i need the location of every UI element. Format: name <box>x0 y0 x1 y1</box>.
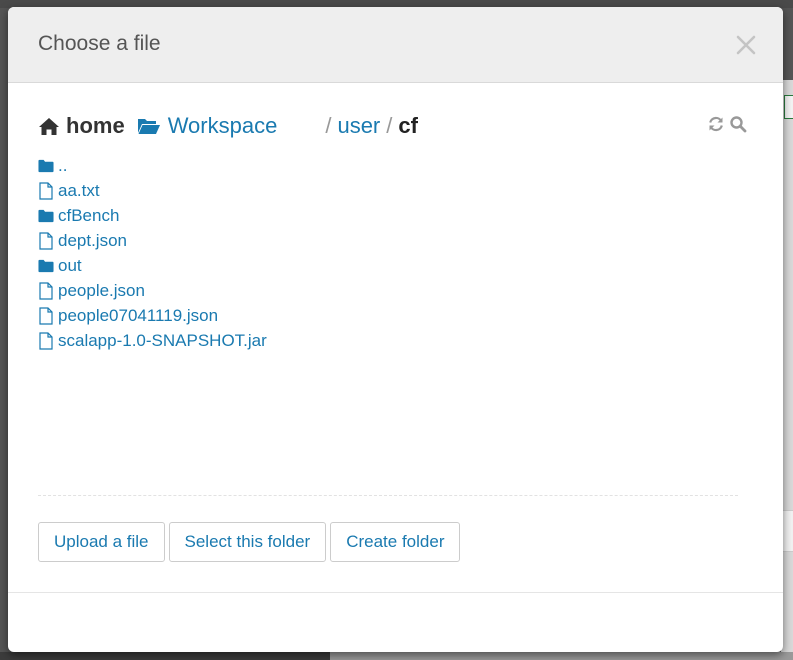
file-name: people.json <box>58 280 145 300</box>
breadcrumb-separator: / <box>386 113 393 138</box>
file-name: out <box>58 255 82 275</box>
breadcrumb-separator: / <box>325 113 332 138</box>
upload-file-button[interactable]: Upload a file <box>38 522 165 562</box>
breadcrumb-home-label: home <box>66 113 125 138</box>
folder-icon <box>38 209 54 223</box>
folder-open-icon <box>137 119 160 134</box>
file-chooser-dialog: Choose a file home Workspace / user / cf <box>8 7 783 652</box>
toolbar <box>707 115 747 133</box>
list-item-folder[interactable]: .. <box>38 153 267 178</box>
list-item-folder[interactable]: out <box>38 253 267 278</box>
home-icon <box>39 117 59 135</box>
file-icon <box>38 331 54 350</box>
file-name: dept.json <box>58 230 127 250</box>
close-icon[interactable] <box>735 34 757 56</box>
folder-icon <box>38 159 54 173</box>
select-folder-button[interactable]: Select this folder <box>168 522 327 562</box>
list-item-file[interactable]: people.json <box>38 278 267 303</box>
file-icon <box>38 231 54 250</box>
list-item-file[interactable]: people07041119.json <box>38 303 267 328</box>
file-name: cfBench <box>58 205 120 225</box>
file-icon <box>38 281 54 300</box>
breadcrumb-item-cf: cf <box>398 113 418 138</box>
create-folder-button[interactable]: Create folder <box>330 522 461 562</box>
breadcrumb-workspace-label: Workspace <box>167 113 278 138</box>
backdrop-element <box>784 95 793 119</box>
dialog-footer <box>8 592 783 652</box>
refresh-icon[interactable] <box>707 115 725 133</box>
file-icon <box>38 181 54 200</box>
list-item-folder[interactable]: cfBench <box>38 203 267 228</box>
folder-icon <box>38 259 54 273</box>
divider <box>38 495 738 496</box>
list-item-file[interactable]: scalapp-1.0-SNAPSHOT.jar <box>38 328 267 353</box>
search-icon[interactable] <box>729 115 747 133</box>
breadcrumb-workspace[interactable]: Workspace <box>137 113 278 139</box>
dialog-title: Choose a file <box>38 32 161 55</box>
file-name: scalapp-1.0-SNAPSHOT.jar <box>58 330 267 350</box>
breadcrumb-item-user[interactable]: user <box>337 113 380 139</box>
file-name: aa.txt <box>58 180 100 200</box>
file-icon <box>38 306 54 325</box>
backdrop-bottom-light <box>330 652 793 660</box>
file-list: .. aa.txt cfBench dept.json out people.j… <box>38 153 267 353</box>
breadcrumb-home[interactable]: home <box>38 113 125 139</box>
breadcrumb: home Workspace / user / cf <box>38 111 418 141</box>
action-buttons: Upload a file Select this folder Create … <box>38 522 461 562</box>
file-name: .. <box>58 155 68 175</box>
list-item-file[interactable]: aa.txt <box>38 178 267 203</box>
list-item-file[interactable]: dept.json <box>38 228 267 253</box>
dialog-header: Choose a file <box>8 7 783 83</box>
file-name: people07041119.json <box>58 305 219 325</box>
